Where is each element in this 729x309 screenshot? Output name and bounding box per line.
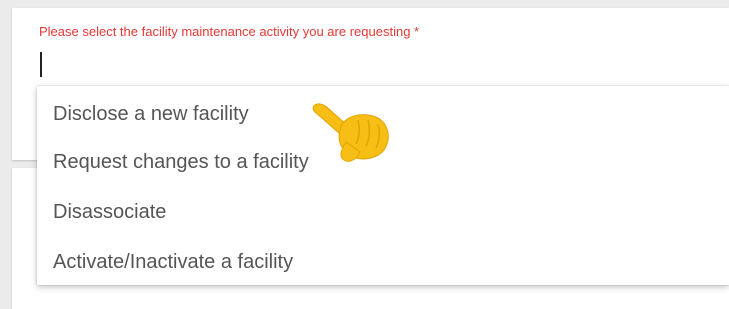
pointing-hand-icon [312, 103, 389, 162]
option-request-changes[interactable]: Request changes to a facility [53, 152, 309, 172]
option-disclose-new-facility[interactable]: Disclose a new facility [53, 104, 249, 124]
field-label: Please select the facility maintenance a… [39, 24, 420, 39]
text-cursor [40, 52, 42, 77]
option-disassociate[interactable]: Disassociate [53, 202, 166, 222]
option-activate-inactivate[interactable]: Activate/Inactivate a facility [53, 252, 293, 272]
